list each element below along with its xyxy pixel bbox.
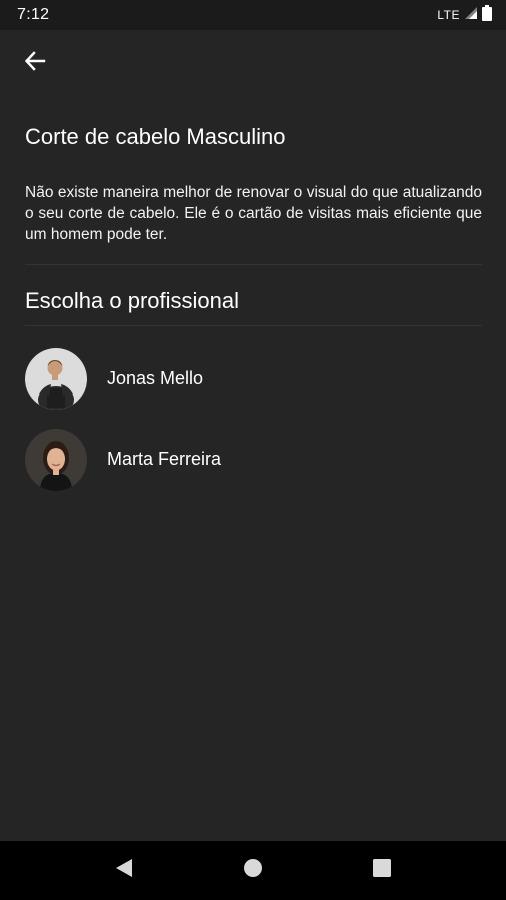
status-time: 7:12 [17,6,50,23]
status-bar: 7:12 LTE [0,0,506,30]
professional-name: Jonas Mello [107,368,204,388]
divider [25,264,482,265]
service-description: Não existe maneira melhor de renovar o v… [25,184,482,243]
divider [25,325,482,326]
status-indicators: LTE [437,4,492,26]
nav-recents-icon [372,859,391,882]
service-title: Corte de cabelo Masculino [25,124,286,149]
system-nav-bar [0,841,506,900]
app-bar [0,30,506,96]
avatar [25,347,87,410]
nav-home-button[interactable] [233,851,273,891]
screen: 7:12 LTE Corte de cabelo Masculino Não e… [0,0,506,900]
nav-home-icon [243,858,263,883]
section-title: Escolha o profissional [25,288,240,313]
back-button[interactable] [16,44,54,82]
professional-list: Jonas Mello Marta Ferreira [25,338,482,500]
arrow-back-icon [24,50,46,77]
nav-back-icon [115,858,133,883]
signal-icon [464,6,478,25]
professional-item-marta[interactable]: Marta Ferreira [25,419,482,500]
network-type: LTE [437,8,460,22]
avatar [25,428,87,491]
professional-name: Marta Ferreira [107,449,222,469]
nav-back-button[interactable] [104,851,144,891]
nav-recents-button[interactable] [362,851,402,891]
professional-item-jonas[interactable]: Jonas Mello [25,338,482,419]
battery-icon [482,4,492,26]
